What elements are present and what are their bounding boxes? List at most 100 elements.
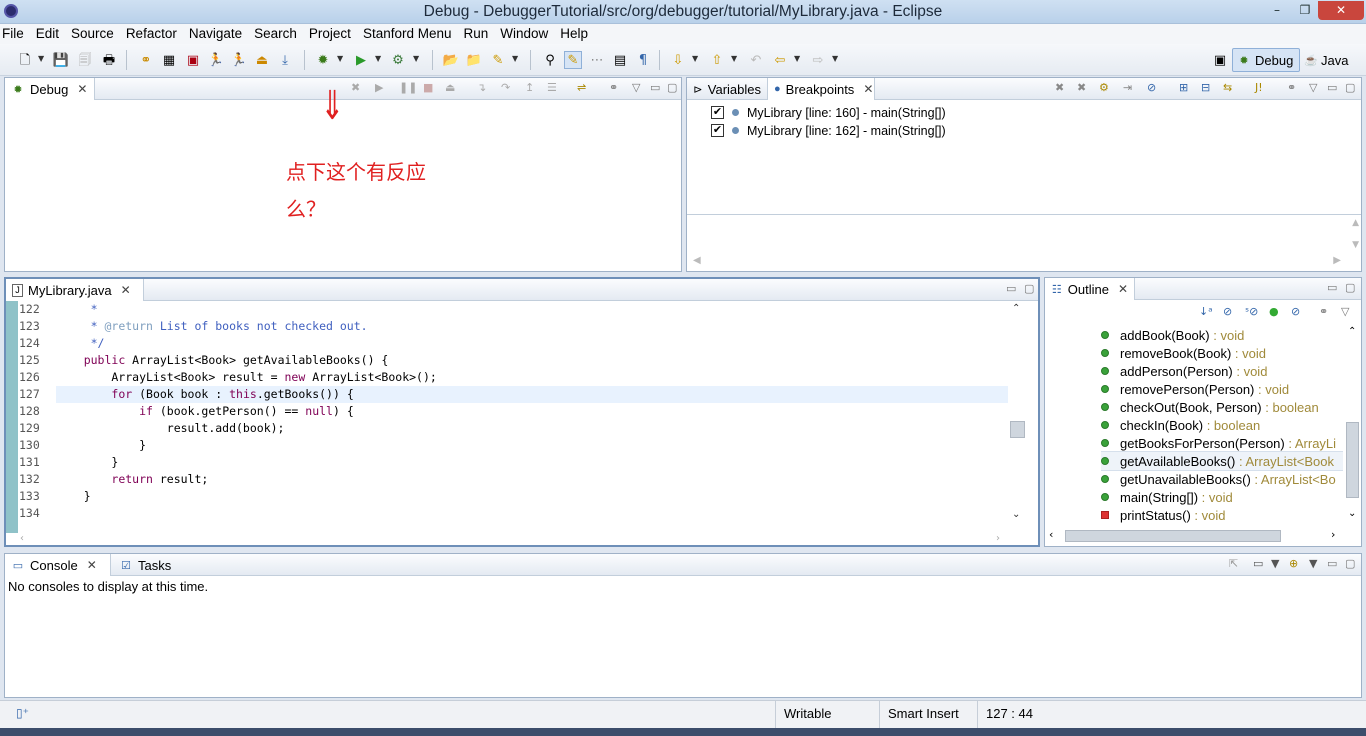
close-icon[interactable]: ✕ bbox=[77, 82, 87, 96]
list-item[interactable]: removePerson(Person) : void bbox=[1101, 380, 1343, 398]
next-annotation-icon[interactable]: ⇩ bbox=[669, 51, 687, 69]
show-supported-icon[interactable]: ⚙ bbox=[1099, 81, 1109, 94]
scroll-right-icon[interactable]: › bbox=[1331, 528, 1335, 541]
scroll-up-icon[interactable]: ⌃ bbox=[1348, 326, 1356, 337]
list-item[interactable]: printStatus() : void bbox=[1101, 506, 1343, 524]
close-icon[interactable]: ✕ bbox=[1118, 282, 1128, 296]
view-menu-chevron-icon[interactable]: ▽ bbox=[632, 81, 640, 94]
tab-breakpoints[interactable]: ● Breakpoints ✕ bbox=[767, 78, 875, 100]
scroll-left-icon[interactable]: ‹ bbox=[1049, 528, 1053, 541]
close-window-button[interactable]: ✕ bbox=[1318, 1, 1364, 20]
search-dropdown-icon[interactable]: ▼ bbox=[512, 54, 518, 63]
code-area[interactable]: 122 * 123 * @return List of books not che… bbox=[6, 302, 1006, 522]
open-console-dropdown-icon[interactable]: ▼ bbox=[1309, 557, 1317, 570]
list-item[interactable]: checkIn(Book) : boolean bbox=[1101, 416, 1343, 434]
open-perspective-icon[interactable]: ▣ bbox=[1211, 51, 1229, 69]
scroll-thumb[interactable] bbox=[1010, 421, 1025, 438]
menu-stanford[interactable]: Stanford Menu bbox=[357, 24, 458, 44]
sort-icon[interactable]: ↓ᵃ bbox=[1199, 305, 1213, 318]
scroll-thumb[interactable] bbox=[1065, 530, 1281, 542]
last-edit-icon[interactable]: ↶ bbox=[747, 51, 765, 69]
display-console-icon[interactable]: ▭ bbox=[1253, 557, 1263, 570]
external-tools-icon[interactable]: ⚙ bbox=[389, 51, 407, 69]
tab-variables[interactable]: ⊳ Variables bbox=[687, 78, 767, 100]
drop-to-frame-icon[interactable]: ☰ bbox=[547, 81, 557, 94]
menu-refactor[interactable]: Refactor bbox=[120, 24, 183, 44]
hide-nonpublic-icon[interactable]: ● bbox=[1269, 305, 1279, 318]
menu-edit[interactable]: Edit bbox=[30, 24, 65, 44]
add-exception-icon[interactable]: J! bbox=[1255, 81, 1263, 94]
runner-alt-icon[interactable]: 🏃 bbox=[230, 51, 248, 69]
prev-annotation-icon[interactable]: ⇧ bbox=[708, 51, 726, 69]
scroll-up-icon[interactable]: ⌃ bbox=[1012, 303, 1020, 314]
menu-file[interactable]: File bbox=[0, 24, 30, 44]
step-return-icon[interactable]: ↥ bbox=[525, 81, 534, 94]
search-tool-icon[interactable]: ✎ bbox=[489, 51, 507, 69]
new-icon[interactable]: 🗋 bbox=[16, 51, 34, 69]
show-whitespace-icon[interactable]: ⋯ bbox=[588, 51, 606, 69]
view-menu-icon[interactable]: ⚭ bbox=[609, 81, 618, 94]
export-icon[interactable]: ⤓ bbox=[276, 51, 294, 69]
perspective-java[interactable]: ☕ Java bbox=[1304, 48, 1360, 72]
minimize-view-icon[interactable]: ▭ bbox=[1006, 282, 1016, 295]
scroll-left-icon[interactable]: ‹ bbox=[20, 533, 24, 544]
step-over-icon[interactable]: ↷ bbox=[501, 81, 510, 94]
view-menu-icon[interactable]: ⚭ bbox=[1287, 81, 1296, 94]
outline-hscroll[interactable]: ‹ › bbox=[1045, 528, 1345, 544]
breakpoint-checkbox[interactable]: ✔ bbox=[711, 106, 724, 119]
resume-icon[interactable]: ▶ bbox=[375, 81, 383, 94]
paragraph-icon[interactable]: ¶ bbox=[634, 51, 652, 69]
view-menu-icon[interactable]: ⚭ bbox=[1319, 305, 1328, 318]
debug-icon[interactable]: ✹ bbox=[314, 51, 332, 69]
grid-icon[interactable]: ▦ bbox=[160, 51, 178, 69]
scroll-right-icon[interactable]: › bbox=[996, 533, 1000, 544]
display-console-dropdown-icon[interactable]: ▼ bbox=[1271, 557, 1279, 570]
run-dropdown-icon[interactable]: ▼ bbox=[375, 54, 381, 63]
tab-outline[interactable]: ☷ Outline ✕ bbox=[1045, 278, 1135, 300]
stanford-icon[interactable]: ▣ bbox=[184, 51, 202, 69]
menu-help[interactable]: Help bbox=[554, 24, 594, 44]
minimize-view-icon[interactable]: ▭ bbox=[650, 81, 660, 94]
collapse-all-icon[interactable]: ⊟ bbox=[1201, 81, 1210, 94]
minimize-view-icon[interactable]: ▭ bbox=[1327, 557, 1337, 570]
menu-run[interactable]: Run bbox=[458, 24, 495, 44]
scroll-up-icon[interactable]: ▲ bbox=[1352, 218, 1359, 228]
mark-occurrences-icon[interactable]: ✎ bbox=[564, 51, 582, 69]
tab-mylibrary[interactable]: J MyLibrary.java ✕ bbox=[6, 279, 144, 301]
maximize-view-icon[interactable]: ▢ bbox=[1024, 282, 1034, 295]
run-icon[interactable]: ▶ bbox=[352, 51, 370, 69]
list-item[interactable]: ✔ MyLibrary [line: 160] - main(String[]) bbox=[711, 104, 946, 121]
expand-all-icon[interactable]: ⊞ bbox=[1179, 81, 1188, 94]
remove-all-breakpoints-icon[interactable]: ✖ bbox=[1077, 81, 1086, 94]
list-item[interactable]: removeBook(Book) : void bbox=[1101, 344, 1343, 362]
terminate-icon[interactable]: ■ bbox=[423, 81, 433, 94]
submit-icon[interactable]: ⏏ bbox=[253, 51, 271, 69]
next-annotation-dropdown-icon[interactable]: ▼ bbox=[692, 54, 698, 63]
hide-static-icon[interactable]: ˢ⊘ bbox=[1245, 305, 1258, 318]
toggle-breadcrumb-icon[interactable]: ⚲ bbox=[541, 51, 559, 69]
open-type-icon[interactable]: 📂 bbox=[442, 51, 460, 69]
scroll-down-icon[interactable]: ⌄ bbox=[1012, 509, 1020, 520]
step-into-icon[interactable]: ↴ bbox=[477, 81, 486, 94]
view-menu-chevron-icon[interactable]: ▽ bbox=[1309, 81, 1317, 94]
disconnect-icon[interactable]: ⏏ bbox=[445, 81, 455, 94]
menu-navigate[interactable]: Navigate bbox=[183, 24, 248, 44]
fast-view-icon[interactable]: ▯⁺ bbox=[16, 706, 29, 720]
block-selection-icon[interactable]: ▤ bbox=[611, 51, 629, 69]
remove-terminated-icon[interactable]: ✖ bbox=[351, 81, 360, 94]
suspend-icon[interactable]: ❚❚ bbox=[399, 81, 417, 94]
close-icon[interactable]: ✕ bbox=[863, 82, 873, 96]
minimize-view-icon[interactable]: ▭ bbox=[1327, 81, 1337, 94]
maximize-view-icon[interactable]: ▢ bbox=[1345, 81, 1355, 94]
minimize-view-icon[interactable]: ▭ bbox=[1327, 281, 1337, 294]
link-with-debug-icon[interactable]: ⇆ bbox=[1223, 81, 1232, 94]
scroll-left-icon[interactable]: ◀ bbox=[693, 255, 701, 266]
menu-project[interactable]: Project bbox=[303, 24, 357, 44]
list-item[interactable]: ✔ MyLibrary [line: 162] - main(String[]) bbox=[711, 122, 946, 139]
list-item[interactable]: main(String[]) : void bbox=[1101, 488, 1343, 506]
link-icon[interactable]: ⚭ bbox=[137, 51, 155, 69]
new-dropdown-icon[interactable]: ▼ bbox=[38, 54, 44, 63]
pin-console-icon[interactable]: ⇱ bbox=[1229, 557, 1238, 570]
breakpoint-checkbox[interactable]: ✔ bbox=[711, 124, 724, 137]
outline-vscroll[interactable]: ⌃ ⌄ bbox=[1345, 326, 1361, 524]
